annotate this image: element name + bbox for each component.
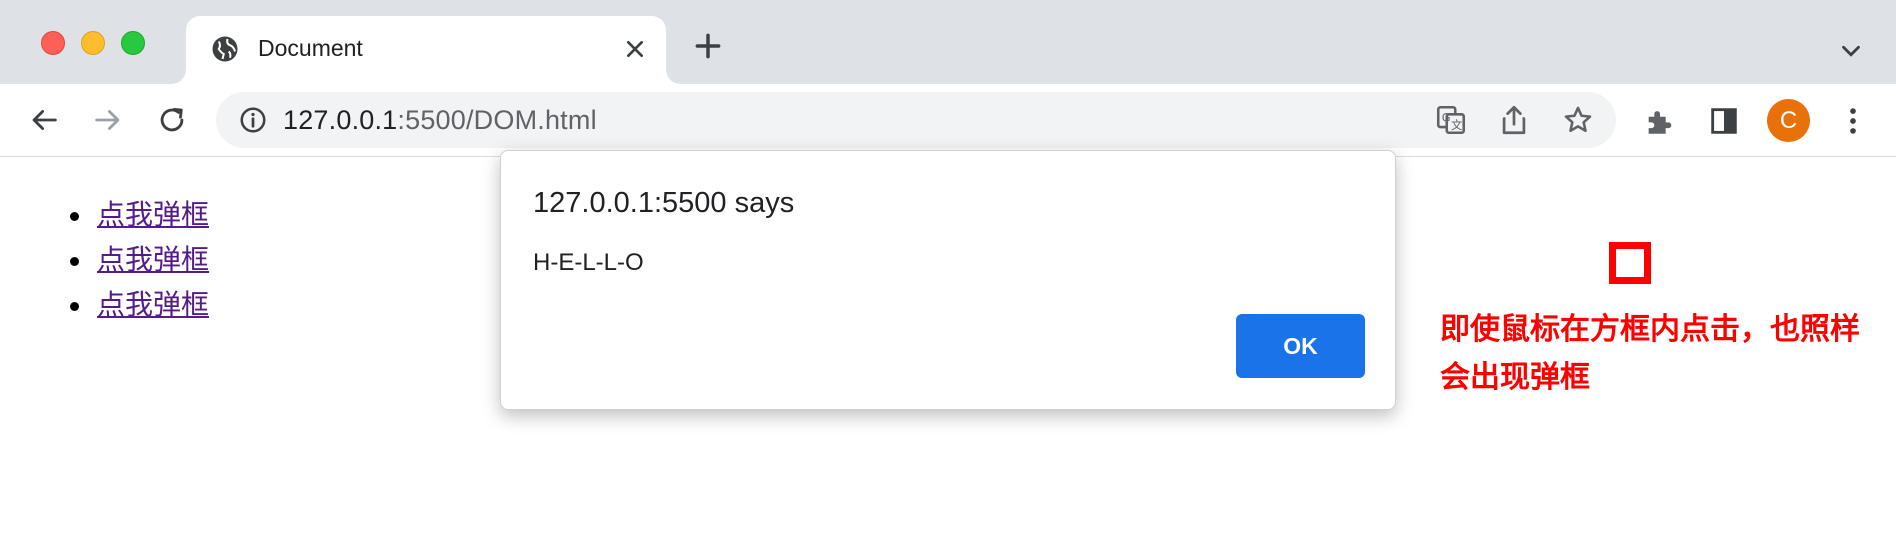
reload-icon[interactable] — [155, 103, 189, 137]
svg-text:文: 文 — [1451, 118, 1462, 132]
extensions-icon[interactable] — [1643, 104, 1677, 138]
tab-document[interactable]: Document — [172, 16, 680, 84]
bullet-icon — [70, 212, 79, 221]
window-close-button[interactable] — [41, 31, 65, 55]
bullet-icon — [70, 302, 79, 311]
address-bar[interactable]: 127.0.0.1:5500/DOM.html G 文 — [216, 92, 1616, 148]
menu-kebab-icon[interactable] — [1836, 104, 1870, 138]
share-icon[interactable] — [1497, 103, 1531, 137]
svg-text:G: G — [1442, 110, 1451, 124]
back-icon[interactable] — [27, 103, 61, 137]
bullet-icon — [70, 257, 79, 266]
alert-link[interactable]: 点我弹框 — [97, 193, 209, 233]
url-host: 127.0.0.1 — [283, 105, 398, 135]
close-tab-icon[interactable] — [619, 33, 651, 65]
alert-link[interactable]: 点我弹框 — [97, 238, 209, 278]
alert-dialog: 127.0.0.1:5500 says H-E-L-L-O OK — [500, 150, 1396, 410]
window-minimize-button[interactable] — [81, 31, 105, 55]
forward-icon[interactable] — [91, 103, 125, 137]
alert-link[interactable]: 点我弹框 — [97, 283, 209, 323]
tab-strip: Document — [0, 0, 1896, 84]
side-panel-icon[interactable] — [1707, 104, 1741, 138]
window-maximize-button[interactable] — [121, 31, 145, 55]
translate-icon[interactable]: G 文 — [1434, 103, 1468, 137]
bookmark-star-icon[interactable] — [1561, 103, 1595, 137]
profile-avatar[interactable]: C — [1767, 99, 1810, 142]
browser-toolbar: 127.0.0.1:5500/DOM.html G 文 C — [0, 84, 1896, 157]
new-tab-icon[interactable] — [692, 30, 724, 62]
tab-title: Document — [258, 35, 363, 61]
globe-icon — [212, 36, 238, 62]
chevron-down-icon[interactable] — [1836, 36, 1866, 66]
annotation-text: 即使鼠标在方框内点击，也照样会出现弹框 — [1440, 313, 1860, 394]
ok-button[interactable]: OK — [1236, 314, 1365, 378]
dialog-title: 127.0.0.1:5500 says — [533, 187, 795, 219]
red-square-box[interactable] — [1609, 242, 1651, 284]
dialog-message: H-E-L-L-O — [533, 249, 644, 276]
site-info-icon[interactable] — [238, 105, 268, 135]
url-text[interactable]: 127.0.0.1:5500/DOM.html — [283, 105, 597, 136]
url-path: :5500/DOM.html — [397, 105, 597, 135]
